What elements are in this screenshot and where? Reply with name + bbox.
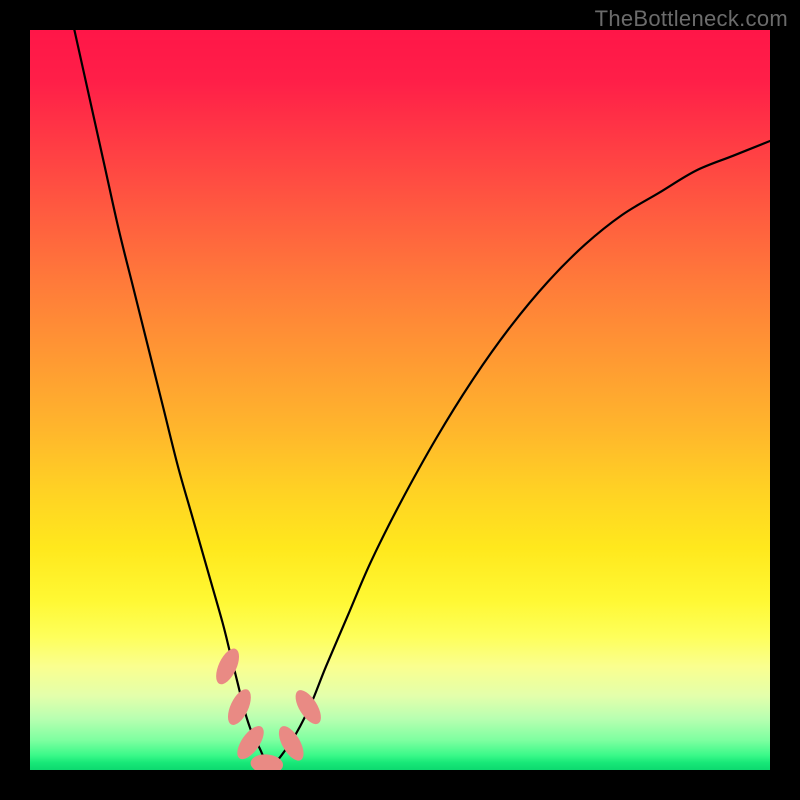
- watermark-text: TheBottleneck.com: [595, 6, 788, 32]
- curve-layer: [30, 30, 770, 770]
- nodule-5: [291, 686, 326, 728]
- bottleneck-curve: [74, 30, 770, 764]
- chart-frame: TheBottleneck.com: [0, 0, 800, 800]
- nodule-0: [211, 645, 243, 687]
- nodule-3: [250, 753, 284, 770]
- nodule-1: [223, 686, 255, 728]
- plot-area: [30, 30, 770, 770]
- nodule-layer: [211, 645, 326, 770]
